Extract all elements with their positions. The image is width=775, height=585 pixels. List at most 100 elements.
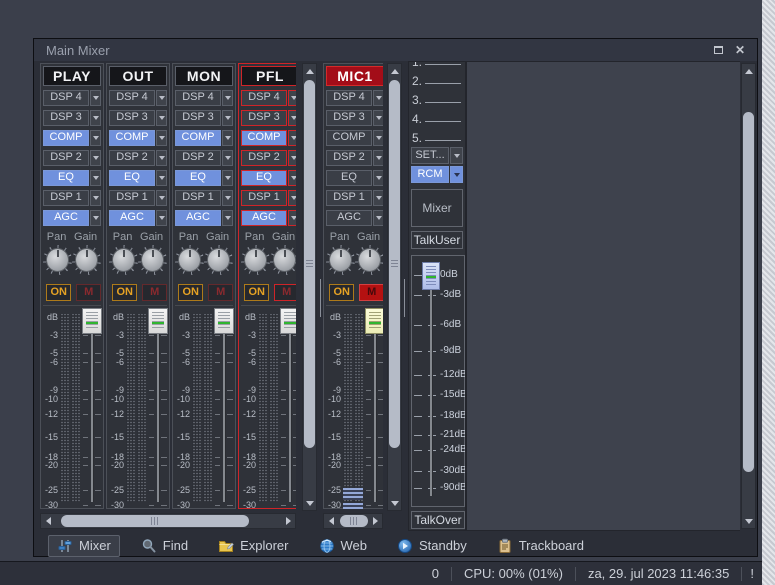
list-item[interactable]: 3.	[409, 88, 465, 107]
rcm-select[interactable]: RCM	[411, 166, 463, 183]
pan-knob[interactable]	[43, 245, 72, 275]
scroll-up-icon[interactable]	[303, 64, 316, 78]
dsp-button[interactable]: DSP 2	[109, 150, 155, 166]
dsp-button[interactable]: DSP 3	[175, 110, 221, 126]
dsp-button[interactable]: DSP 1	[109, 190, 155, 206]
dsp-button[interactable]: DSP 2	[43, 150, 89, 166]
taskbar-button-web[interactable]: Web	[310, 535, 377, 557]
strips-hscroll-thumb[interactable]	[61, 515, 249, 527]
dsp-dropdown[interactable]	[373, 150, 383, 166]
scroll-up-icon[interactable]	[742, 64, 755, 78]
mic-vscroll-thumb[interactable]	[389, 80, 400, 448]
dsp-button[interactable]: COMP	[109, 130, 155, 146]
set-button[interactable]: SET...	[411, 147, 449, 164]
dsp-button[interactable]: AGC	[109, 210, 155, 226]
dsp-dropdown[interactable]	[288, 130, 296, 146]
dsp-dropdown[interactable]	[90, 190, 101, 206]
gain-knob[interactable]	[138, 245, 167, 275]
dsp-button[interactable]: EQ	[326, 170, 372, 186]
dsp-button[interactable]: DSP 4	[241, 90, 287, 106]
dsp-button[interactable]: DSP 4	[326, 90, 372, 106]
dsp-button[interactable]: DSP 4	[175, 90, 221, 106]
titlebar[interactable]: Main Mixer ✕	[34, 39, 757, 61]
mute-button[interactable]: M	[274, 284, 296, 301]
dsp-button[interactable]: DSP 1	[175, 190, 221, 206]
fader-handle[interactable]	[214, 308, 234, 334]
dsp-button[interactable]: AGC	[241, 210, 287, 226]
dsp-button[interactable]: COMP	[175, 130, 221, 146]
channel-header[interactable]: OUT	[109, 66, 167, 86]
dsp-dropdown[interactable]	[156, 190, 167, 206]
fader-handle[interactable]	[280, 308, 296, 334]
taskbar-button-find[interactable]: Find	[132, 535, 197, 557]
dsp-button[interactable]: AGC	[326, 210, 372, 226]
dsp-dropdown[interactable]	[156, 150, 167, 166]
channel-header[interactable]: PLAY	[43, 66, 101, 86]
scroll-right-icon[interactable]	[281, 514, 295, 528]
dsp-button[interactable]: DSP 2	[326, 150, 372, 166]
list-item[interactable]: 1.	[409, 62, 465, 69]
mute-button[interactable]: M	[142, 284, 167, 301]
dsp-button[interactable]: COMP	[241, 130, 287, 146]
gain-knob[interactable]	[355, 245, 383, 275]
dsp-button[interactable]: DSP 1	[326, 190, 372, 206]
maximize-button[interactable]	[709, 42, 727, 58]
talkuser-button[interactable]: TalkUser	[411, 231, 463, 249]
dsp-dropdown[interactable]	[156, 210, 167, 226]
dsp-dropdown[interactable]	[288, 90, 296, 106]
scroll-up-icon[interactable]	[388, 64, 401, 78]
dsp-dropdown[interactable]	[288, 150, 296, 166]
dsp-dropdown[interactable]	[222, 150, 233, 166]
scroll-right-icon[interactable]	[368, 514, 382, 528]
workspace-vscroll-thumb[interactable]	[743, 112, 754, 472]
dsp-button[interactable]: DSP 3	[109, 110, 155, 126]
scroll-down-icon[interactable]	[303, 496, 316, 510]
dsp-button[interactable]: DSP 3	[43, 110, 89, 126]
channel-header[interactable]: PFL	[241, 66, 296, 86]
scroll-left-icon[interactable]	[324, 514, 338, 528]
on-button[interactable]: ON	[46, 284, 71, 301]
dsp-dropdown[interactable]	[156, 130, 167, 146]
mute-button[interactable]: M	[208, 284, 233, 301]
dsp-dropdown[interactable]	[222, 170, 233, 186]
dsp-button[interactable]: DSP 1	[241, 190, 287, 206]
gain-knob[interactable]	[204, 245, 233, 275]
fader-handle[interactable]	[82, 308, 102, 334]
pan-knob[interactable]	[241, 245, 270, 275]
gain-knob[interactable]	[270, 245, 296, 275]
dsp-dropdown[interactable]	[90, 150, 101, 166]
dsp-dropdown[interactable]	[222, 110, 233, 126]
dsp-button[interactable]: DSP 2	[241, 150, 287, 166]
dsp-button[interactable]: EQ	[241, 170, 287, 186]
mic-horizontal-scrollbar[interactable]	[323, 513, 383, 529]
dsp-dropdown[interactable]	[222, 210, 233, 226]
mic-hscroll-thumb[interactable]	[340, 515, 368, 527]
mic-vertical-scrollbar[interactable]	[387, 63, 402, 511]
dsp-button[interactable]: AGC	[43, 210, 89, 226]
close-button[interactable]: ✕	[731, 42, 749, 58]
channel-header[interactable]: MIC1	[326, 66, 383, 86]
strips-vertical-scrollbar[interactable]	[302, 63, 317, 511]
list-item[interactable]: 5.	[409, 126, 465, 145]
dsp-button[interactable]: DSP 3	[241, 110, 287, 126]
dsp-dropdown[interactable]	[222, 130, 233, 146]
dsp-button[interactable]: DSP 4	[109, 90, 155, 106]
dsp-dropdown[interactable]	[90, 110, 101, 126]
scroll-down-icon[interactable]	[742, 514, 755, 528]
fader-handle[interactable]	[422, 262, 440, 290]
dsp-dropdown[interactable]	[156, 110, 167, 126]
scroll-down-icon[interactable]	[388, 496, 401, 510]
dsp-button[interactable]: AGC	[175, 210, 221, 226]
set-dropdown[interactable]	[450, 147, 463, 164]
taskbar-button-mixer[interactable]: Mixer	[48, 535, 120, 557]
dsp-dropdown[interactable]	[288, 190, 296, 206]
dsp-dropdown[interactable]	[90, 210, 101, 226]
pan-knob[interactable]	[175, 245, 204, 275]
dsp-dropdown[interactable]	[90, 90, 101, 106]
strips-vscroll-thumb[interactable]	[304, 80, 315, 448]
dsp-dropdown[interactable]	[288, 170, 296, 186]
taskbar-button-trackboard[interactable]: Trackboard	[488, 535, 593, 557]
gain-knob[interactable]	[72, 245, 101, 275]
mute-button[interactable]: M	[76, 284, 101, 301]
set-select[interactable]: SET...	[411, 147, 463, 164]
